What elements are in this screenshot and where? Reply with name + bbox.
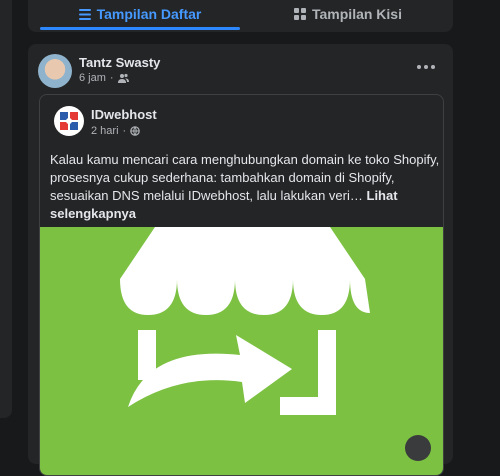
image-action-button[interactable] (405, 435, 431, 461)
grid-icon (294, 8, 306, 20)
shared-meta: 2 hari · (91, 125, 141, 137)
author-name[interactable]: Tantz Swasty (79, 55, 160, 70)
more-horizontal-icon (417, 65, 421, 69)
left-sidebar-panel (0, 0, 12, 418)
shared-post[interactable]: IDwebhost 2 hari · Kalau kamu mencari ca… (39, 94, 444, 476)
tab-list-label: Tampilan Daftar (96, 6, 202, 22)
view-tabs: Tampilan Daftar Tampilan Kisi (28, 0, 453, 32)
list-icon (78, 8, 91, 20)
active-tab-indicator (40, 27, 240, 30)
more-options-button[interactable] (415, 60, 437, 74)
tab-grid-view[interactable]: Tampilan Kisi (253, 0, 443, 28)
globe-icon (130, 126, 141, 136)
shared-time[interactable]: 2 hari (91, 125, 119, 137)
page-name[interactable]: IDwebhost (91, 107, 157, 122)
idwebhost-logo-icon (60, 112, 78, 130)
feed-post: Tantz Swasty 6 jam · IDwebhost 2 hari · (28, 44, 453, 476)
friends-icon (117, 73, 129, 83)
post-time[interactable]: 6 jam (79, 72, 106, 84)
page-logo[interactable] (54, 106, 84, 136)
tab-list-view[interactable]: Tampilan Daftar (40, 0, 240, 28)
post-image[interactable] (40, 227, 443, 475)
shared-post-text: Kalau kamu mencari cara menghubungkan do… (50, 151, 440, 223)
tab-grid-label: Tampilan Kisi (312, 6, 402, 22)
shop-redirect-icon (120, 227, 370, 415)
author-avatar[interactable] (38, 54, 72, 88)
post-meta: 6 jam · (79, 72, 129, 84)
